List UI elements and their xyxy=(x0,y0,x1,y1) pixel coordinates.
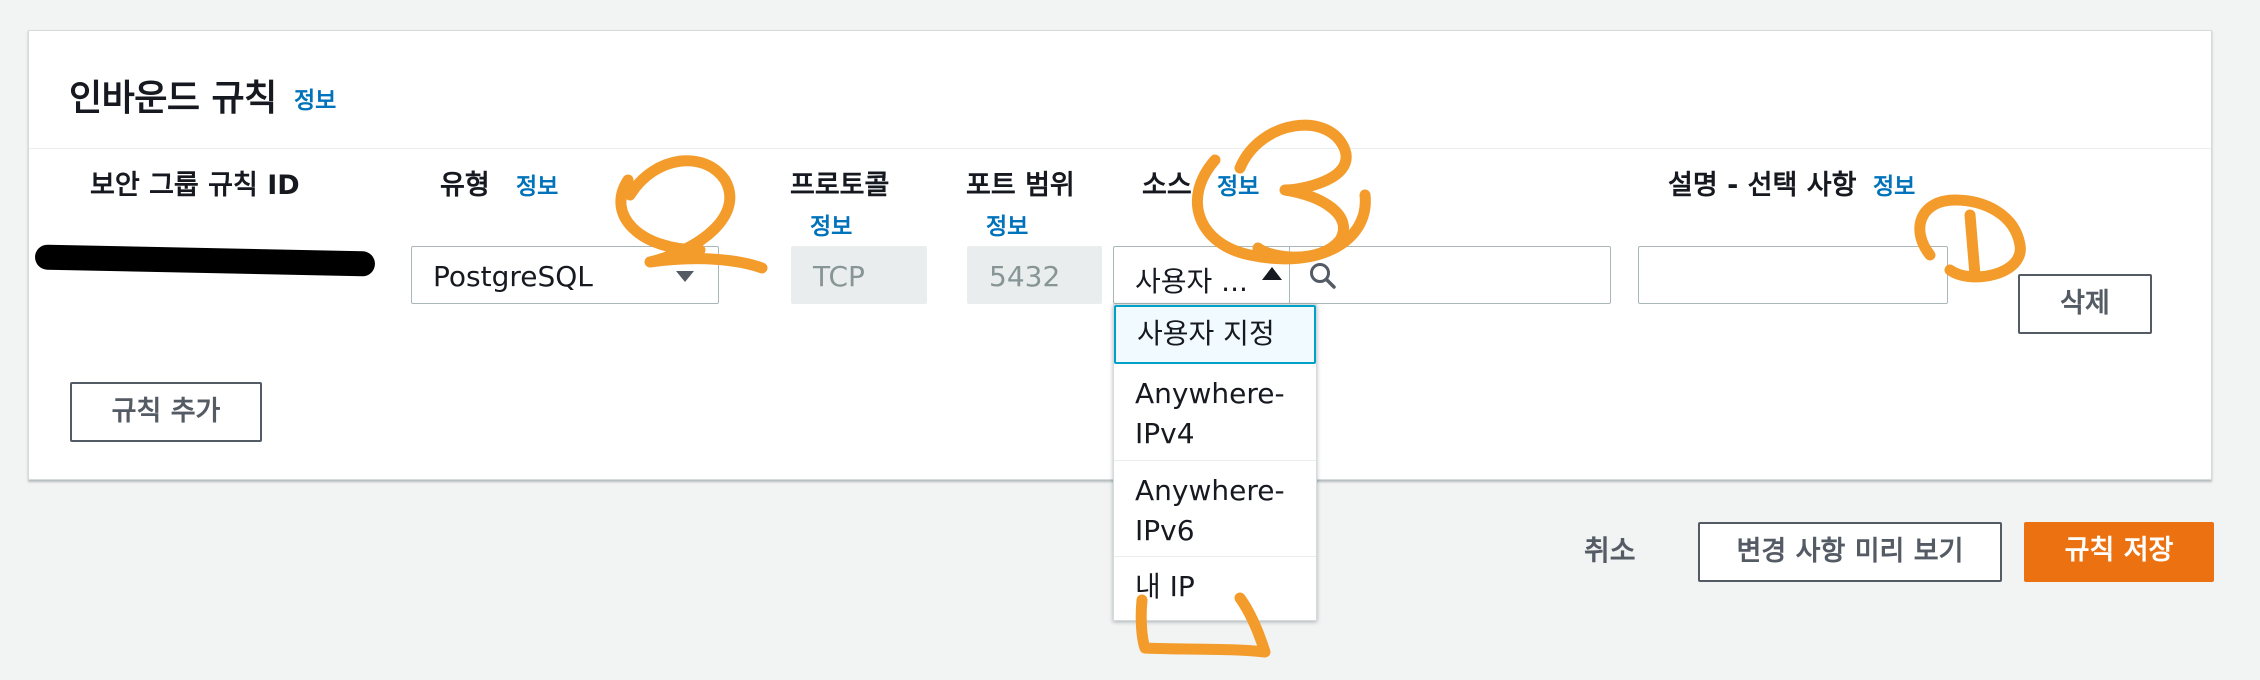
dropdown-option-custom[interactable]: 사용자 지정 xyxy=(1114,305,1316,364)
save-rules-button[interactable]: 규칙 저장 xyxy=(2024,522,2214,582)
col-header-protocol: 프로토콜 xyxy=(790,170,890,201)
panel-header: 인바운드 규칙 정보 xyxy=(29,31,2211,149)
col-header-port-range: 포트 범위 xyxy=(966,170,1075,201)
add-rule-button-label: 규칙 추가 xyxy=(111,396,221,427)
col-header-type: 유형 xyxy=(440,170,490,201)
preview-changes-button[interactable]: 변경 사항 미리 보기 xyxy=(1698,522,2002,582)
description-info-link[interactable]: 정보 xyxy=(1873,167,1915,201)
dropdown-option-anywhere-ipv6[interactable]: Anywhere-IPv6 xyxy=(1114,460,1316,556)
type-select-value: PostgreSQL xyxy=(433,260,593,293)
caret-down-icon xyxy=(676,271,694,282)
dropdown-option-label: 사용자 지정 xyxy=(1137,317,1275,350)
description-input[interactable] xyxy=(1638,246,1948,304)
dropdown-option-anywhere-ipv4[interactable]: Anywhere-IPv4 xyxy=(1114,364,1285,460)
preview-changes-label: 변경 사항 미리 보기 xyxy=(1736,536,1964,567)
type-info-link[interactable]: 정보 xyxy=(516,167,558,201)
dropdown-option-my-ip[interactable]: 내 IP xyxy=(1114,556,1316,620)
protocol-value: TCP xyxy=(813,260,865,293)
caret-up-icon xyxy=(1262,267,1282,280)
source-search-input[interactable] xyxy=(1289,246,1611,304)
delete-button-label: 삭제 xyxy=(2060,288,2110,319)
save-rules-label: 규칙 저장 xyxy=(2064,535,2174,566)
col-header-description: 설명 - 선택 사항 xyxy=(1668,170,1857,201)
col-header-rule-id: 보안 그룹 규칙 ID xyxy=(90,170,300,201)
source-dropdown: 사용자 지정 Anywhere-IPv4 Anywhere-IPv6 내 IP xyxy=(1113,304,1317,621)
protocol-field: TCP xyxy=(791,246,927,304)
col-header-source: 소스 xyxy=(1142,170,1192,201)
port-range-field: 5432 xyxy=(967,246,1102,304)
dropdown-option-label: Anywhere-IPv6 xyxy=(1135,474,1285,547)
protocol-info-link[interactable]: 정보 xyxy=(810,207,852,241)
source-type-value: 사용자 ... xyxy=(1135,265,1248,298)
title-info-link[interactable]: 정보 xyxy=(294,81,336,115)
type-select[interactable]: PostgreSQL xyxy=(411,246,719,304)
port-range-value: 5432 xyxy=(989,260,1061,293)
delete-button[interactable]: 삭제 xyxy=(2018,274,2152,334)
port-range-info-link[interactable]: 정보 xyxy=(986,207,1028,241)
dropdown-option-label: 내 IP xyxy=(1135,570,1195,603)
source-info-link[interactable]: 정보 xyxy=(1217,167,1259,201)
cancel-button[interactable]: 취소 xyxy=(1584,529,1636,569)
add-rule-button[interactable]: 규칙 추가 xyxy=(70,382,262,442)
page-title: 인바운드 규칙 xyxy=(69,78,277,119)
dropdown-option-label: Anywhere-IPv4 xyxy=(1135,377,1285,450)
search-icon xyxy=(1310,263,1336,289)
